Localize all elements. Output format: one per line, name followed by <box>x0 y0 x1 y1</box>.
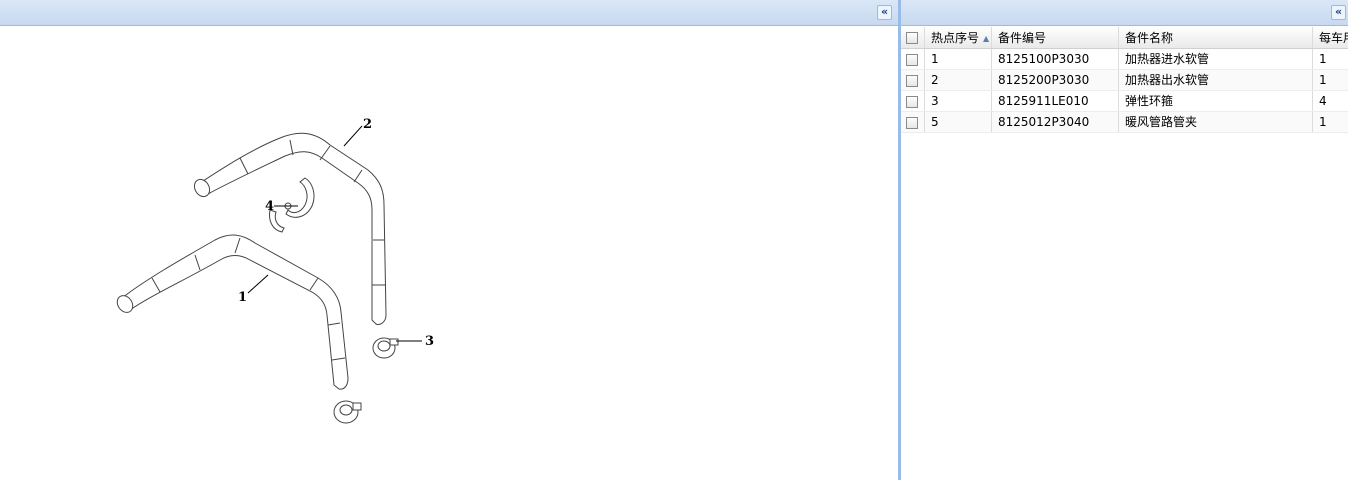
row-select-cell <box>901 70 925 90</box>
column-header-part-code[interactable]: 备件编号 <box>992 27 1119 48</box>
cell-qty: 1 <box>1319 73 1327 87</box>
diagram-panel: « 2 1 4 3 <box>0 0 898 480</box>
row-select-cell <box>901 112 925 132</box>
cell-part-code: 8125911LE010 <box>992 91 1119 111</box>
row-checkbox[interactable] <box>906 96 918 108</box>
select-all-cell <box>901 27 925 48</box>
cell-part-code: 8125200P3030 <box>992 70 1119 90</box>
cell-hotspot: 3 <box>925 91 992 111</box>
parts-grid: 热点序号▲ 备件编号 备件名称 每车用 1 8125100P3030 加热器进水… <box>901 27 1348 133</box>
cell-part-name: 加热器进水软管 <box>1119 49 1313 69</box>
callout-4: 4 <box>265 199 274 214</box>
grid-header: 热点序号▲ 备件编号 备件名称 每车用 <box>901 27 1348 49</box>
row-checkbox[interactable] <box>906 117 918 129</box>
table-row[interactable]: 3 8125911LE010 弹性环箍 4 <box>901 91 1348 112</box>
clamp-spare <box>333 400 362 424</box>
row-select-cell <box>901 91 925 111</box>
cell-part-code: 8125100P3030 <box>992 49 1119 69</box>
double-chevron-left-icon[interactable]: « <box>1331 5 1346 20</box>
hose-2 <box>196 132 387 325</box>
clamp-3 <box>372 337 399 359</box>
callout-3: 3 <box>425 334 434 349</box>
cell-part-name: 加热器出水软管 <box>1119 70 1313 90</box>
column-header-part-name[interactable]: 备件名称 <box>1119 27 1313 48</box>
sort-ascending-icon: ▲ <box>983 33 990 43</box>
cell-part-name: 弹性环箍 <box>1119 91 1313 111</box>
column-header-qty-per-vehicle[interactable]: 每车用 <box>1313 27 1348 48</box>
table-row[interactable]: 5 8125012P3040 暖风管路管夹 1 <box>901 112 1348 133</box>
cell-hotspot: 5 <box>925 112 992 132</box>
cell-hotspot: 2 <box>925 70 992 90</box>
cell-qty: 4 <box>1319 94 1327 108</box>
hose-1 <box>121 234 349 390</box>
select-all-checkbox[interactable] <box>906 32 918 44</box>
cell-qty: 1 <box>1319 115 1327 129</box>
row-select-cell <box>901 49 925 69</box>
table-row[interactable]: 1 8125100P3030 加热器进水软管 1 <box>901 49 1348 70</box>
double-chevron-left-icon[interactable]: « <box>877 5 892 20</box>
parts-list-panel-header: « <box>901 0 1348 26</box>
callout-1: 1 <box>238 290 247 305</box>
row-checkbox[interactable] <box>906 75 918 87</box>
diagram-panel-header: « <box>0 0 898 26</box>
clamp-4 <box>269 177 315 233</box>
row-checkbox[interactable] <box>906 54 918 66</box>
parts-exploded-diagram[interactable]: 2 1 4 3 <box>100 110 460 440</box>
cell-hotspot: 1 <box>925 49 992 69</box>
column-header-label: 热点序号 <box>931 31 980 45</box>
cell-qty: 1 <box>1319 52 1327 66</box>
parts-list-panel: « 热点序号▲ 备件编号 备件名称 每车用 1 8125100P3030 加热器… <box>901 0 1348 480</box>
callout-2: 2 <box>363 117 372 132</box>
table-row[interactable]: 2 8125200P3030 加热器出水软管 1 <box>901 70 1348 91</box>
cell-part-name: 暖风管路管夹 <box>1119 112 1313 132</box>
column-header-hotspot[interactable]: 热点序号 ▲ <box>925 27 992 48</box>
cell-part-code: 8125012P3040 <box>992 112 1119 132</box>
